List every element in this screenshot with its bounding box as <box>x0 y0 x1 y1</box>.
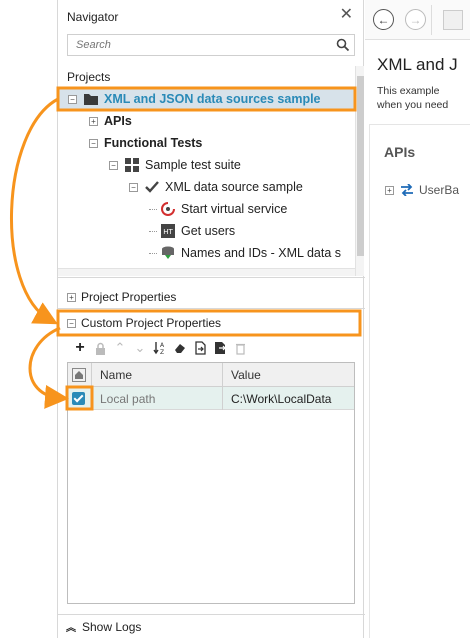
clear-icon[interactable] <box>170 339 190 357</box>
save-icon[interactable] <box>210 339 230 357</box>
annotation-arrow <box>28 326 69 409</box>
search-icon[interactable] <box>336 38 350 52</box>
grid-icon <box>125 158 139 172</box>
home-icon[interactable] <box>68 363 92 387</box>
property-value-cell[interactable]: C:\Work\LocalData <box>223 387 354 410</box>
tree-item-project[interactable]: − XML and JSON data sources sample <box>59 88 355 110</box>
divider <box>58 277 365 278</box>
svg-text:Z: Z <box>160 349 164 355</box>
custom-properties-header[interactable]: − Custom Project Properties <box>58 312 365 334</box>
checkbox[interactable] <box>72 392 85 405</box>
move-up-icon: ⌃ <box>114 340 126 355</box>
svg-text:A: A <box>160 342 165 349</box>
projects-label: Projects <box>67 70 111 84</box>
tree-connector <box>149 230 157 232</box>
apis-section <box>369 124 470 638</box>
description-line: when you need <box>377 99 449 111</box>
tree-item-label: APIs <box>104 114 132 128</box>
api-item-label: UserBa <box>419 183 460 197</box>
load-icon[interactable] <box>190 339 210 357</box>
lock-icon <box>90 339 110 357</box>
section-title: APIs <box>384 144 416 160</box>
expand-icon[interactable]: + <box>385 185 394 195</box>
annotation-arrow <box>9 97 59 325</box>
collapse-icon[interactable]: − <box>89 138 98 148</box>
tree-item-start-virtual-service[interactable]: Start virtual service <box>149 198 287 220</box>
property-name-cell[interactable]: Local path <box>92 387 223 410</box>
project-properties-header[interactable]: + Project Properties <box>58 286 365 308</box>
expand-icon[interactable]: + <box>89 116 98 126</box>
toolbar-tool-icon[interactable] <box>443 10 463 30</box>
description-line: This example <box>377 85 440 97</box>
search-box <box>67 34 355 56</box>
tree-item-data-source[interactable]: Names and IDs - XML data s <box>149 242 341 264</box>
editor-toolbar: ← → <box>365 0 470 40</box>
search-input[interactable] <box>68 35 328 55</box>
custom-properties-label: Custom Project Properties <box>81 316 222 330</box>
rest-api-icon <box>401 184 413 196</box>
divider <box>58 308 365 309</box>
project-properties-label: Project Properties <box>81 290 177 304</box>
tree-item-label: Sample test suite <box>145 158 241 172</box>
toolbar-divider <box>431 5 432 35</box>
tree-item-get-users[interactable]: HT Get users <box>149 220 235 242</box>
delete-icon <box>230 339 250 357</box>
tree-connector <box>149 208 157 210</box>
properties-grid: Name Value Local path C:\Work\LocalData <box>67 362 355 604</box>
add-icon[interactable]: + <box>70 339 90 357</box>
page-title: XML and J <box>377 55 458 74</box>
collapse-icon[interactable]: − <box>67 318 76 328</box>
tree-item-label: XML and JSON data sources sample <box>104 92 321 106</box>
column-header-name[interactable]: Name <box>92 363 223 387</box>
row-checkbox-cell[interactable] <box>68 387 92 410</box>
tree-item-test-case[interactable]: − XML data source sample <box>129 176 303 198</box>
tree-item-apis[interactable]: + APIs <box>89 110 132 132</box>
properties-toolbar: + ⌃ ⌄ AZ <box>70 338 250 358</box>
folder-icon <box>84 94 98 105</box>
close-icon[interactable]: ✕ <box>340 7 353 23</box>
tree-horizontal-scrollbar[interactable] <box>58 268 355 276</box>
collapse-icon[interactable]: − <box>129 182 138 192</box>
data-source-icon <box>162 246 174 259</box>
column-header-value[interactable]: Value <box>223 363 354 387</box>
tree-item-functional-tests[interactable]: − Functional Tests <box>89 132 202 154</box>
virtual-service-icon <box>161 202 175 216</box>
tree-item-label: Functional Tests <box>104 136 203 150</box>
project-tree: − XML and JSON data sources sample + API… <box>59 86 355 266</box>
navigator-title: Navigator <box>67 10 119 24</box>
collapse-icon[interactable]: − <box>68 94 77 104</box>
api-list-item[interactable]: + UserBa <box>385 183 459 197</box>
collapse-icon[interactable]: − <box>109 160 118 170</box>
tree-item-label: Get users <box>181 224 236 238</box>
tree-item-label: Names and IDs - XML data s <box>181 246 342 260</box>
table-row[interactable]: Local path C:\Work\LocalData <box>68 387 354 410</box>
grid-header: Name Value <box>68 363 354 387</box>
tree-item-label: XML data source sample <box>165 180 303 194</box>
checkmark-icon <box>145 181 159 193</box>
tree-item-label: Start virtual service <box>181 202 288 216</box>
navigator-header: Navigator ✕ <box>58 0 363 32</box>
page-description: This example when you need <box>377 84 448 112</box>
tree-connector <box>149 252 157 254</box>
tree-vertical-scrollbar[interactable] <box>355 66 364 276</box>
show-logs-button[interactable]: ︽ Show Logs <box>58 614 365 638</box>
move-down-icon: ⌄ <box>134 340 146 355</box>
navigator-panel: Navigator ✕ Projects − XML and JSON data… <box>57 0 365 638</box>
request-icon: HT <box>161 224 175 238</box>
tree-item-test-suite[interactable]: − Sample test suite <box>109 154 241 176</box>
chevron-up-icon: ︽ <box>66 623 76 634</box>
scrollbar-thumb[interactable] <box>357 76 364 256</box>
show-logs-label: Show Logs <box>82 619 142 634</box>
back-button[interactable]: ← <box>373 9 394 30</box>
sort-icon[interactable]: AZ <box>150 339 170 357</box>
svg-text:HT: HT <box>163 228 173 236</box>
expand-icon[interactable]: + <box>67 292 76 302</box>
forward-button[interactable]: → <box>405 9 426 30</box>
editor-panel: ← → XML and J This example when you need… <box>365 0 470 638</box>
